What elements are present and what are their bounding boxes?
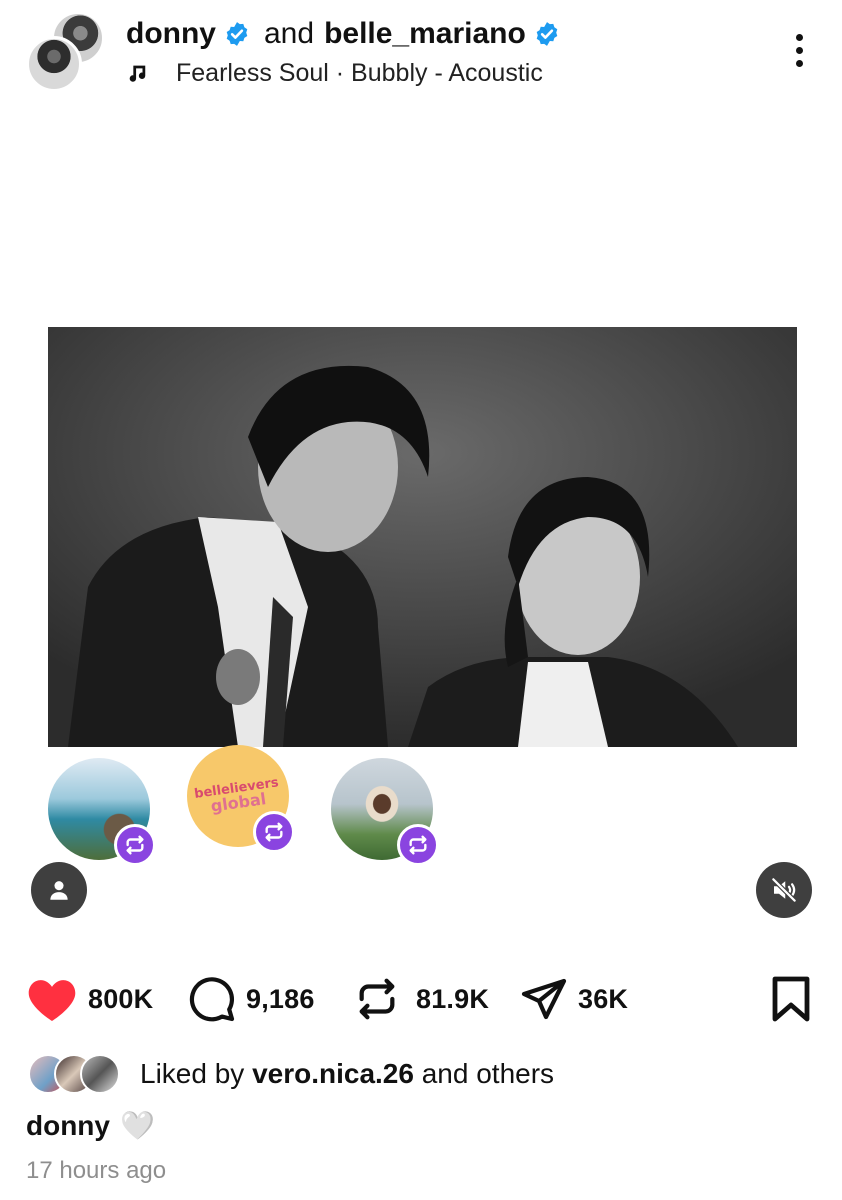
repost-button[interactable]: 81.9K [354, 968, 489, 1030]
white-heart-emoji: 🤍 [120, 1110, 155, 1141]
author-line: donny and belle_mariano [126, 14, 560, 54]
music-title: Fearless Soul · Bubbly - Acoustic [176, 59, 543, 87]
reposter-avatar-golf[interactable] [331, 758, 439, 866]
mute-button[interactable] [756, 862, 812, 918]
liked-by-text: Liked by vero.nica.26 and others [140, 1058, 554, 1090]
send-icon [521, 978, 567, 1020]
reposter-avatar-beach[interactable] [48, 758, 156, 866]
repost-badge [114, 824, 156, 866]
share-count: 36K [578, 983, 629, 1014]
post-header: donny and belle_mariano Fearless Soul · … [126, 14, 560, 90]
conjunction-text: and [264, 17, 315, 50]
bellelievers-logo: bellelievers global [193, 775, 281, 816]
liked-by-prefix: Liked by [140, 1058, 245, 1089]
heart-filled-icon [28, 980, 76, 1021]
liker-avatar [80, 1054, 120, 1094]
username-donny[interactable]: donny [126, 14, 216, 54]
more-vertical-icon[interactable] [794, 34, 804, 70]
comment-icon [189, 977, 235, 1022]
video-player[interactable] [48, 327, 797, 747]
username-belle-mariano[interactable]: belle_mariano [324, 14, 526, 54]
verified-badge-icon [226, 22, 248, 46]
repost-badge [253, 811, 295, 853]
tagged-people-button[interactable] [31, 862, 87, 918]
repost-count: 81.9K [416, 983, 490, 1014]
liked-by-suffix: and others [421, 1058, 555, 1089]
verified-badge-icon [536, 22, 558, 46]
repost-icon [265, 822, 283, 842]
liked-by-user[interactable]: vero.nica.26 [252, 1058, 414, 1089]
repost-badge [397, 824, 439, 866]
avatar-belle-mariano[interactable] [26, 36, 82, 92]
save-button[interactable] [770, 968, 812, 1030]
music-link[interactable]: Fearless Soul · Bubbly - Acoustic [126, 56, 560, 90]
post-timestamp: 17 hours ago [26, 1157, 167, 1184]
bookmark-icon [772, 976, 810, 1022]
like-count[interactable]: 800K [88, 984, 153, 1015]
comment-count: 9,186 [246, 983, 315, 1014]
caption: donny 🤍 [26, 1106, 155, 1146]
share-button[interactable]: 36K [520, 968, 628, 1030]
music-note-icon [129, 65, 146, 82]
action-bar: 800K 9,186 81.9K 36K [26, 968, 816, 1030]
speaker-muted-icon [771, 877, 797, 903]
reposter-avatar-bellelievers[interactable]: bellelievers global [187, 745, 295, 853]
repost-icon [359, 978, 395, 1020]
like-button[interactable]: 800K [26, 968, 153, 1030]
repost-icon [126, 835, 144, 855]
comment-button[interactable]: 9,186 [188, 968, 315, 1030]
collab-avatars[interactable] [26, 12, 108, 94]
video-frame [48, 327, 797, 747]
repost-icon [409, 835, 427, 855]
person-icon [50, 881, 68, 900]
liked-by-row[interactable]: Liked by vero.nica.26 and others [28, 1052, 554, 1096]
caption-username[interactable]: donny [26, 1106, 110, 1146]
